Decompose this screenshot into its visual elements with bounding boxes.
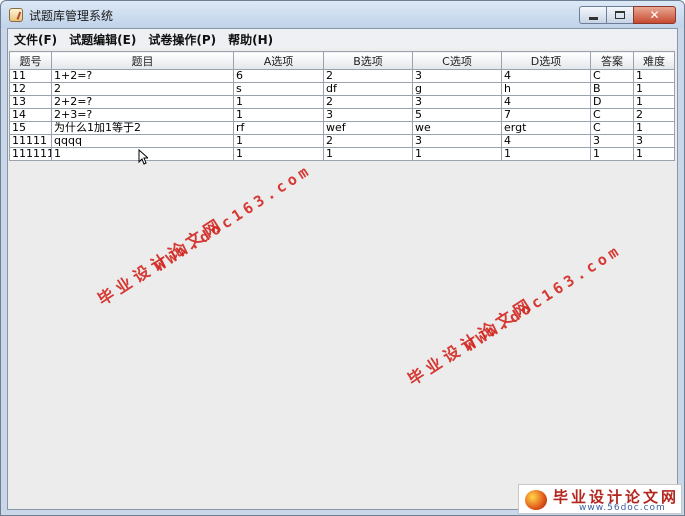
cell-id[interactable]: 11 [9,69,52,83]
cell-option-b[interactable]: 2 [323,95,413,109]
cell-option-a[interactable]: 1 [233,134,324,148]
cell-option-a[interactable]: 1 [233,108,324,122]
cell-option-d[interactable]: ergt [501,121,591,135]
header-id[interactable]: 题号 [9,51,52,70]
cell-difficulty[interactable]: 2 [633,108,675,122]
window-title: 试题库管理系统 [29,9,114,23]
table-header-row: 题号 题目 A选项 B选项 C选项 D选项 答案 难度 [9,51,675,70]
cell-answer[interactable]: C [590,108,634,122]
cell-option-c[interactable]: 5 [412,108,502,122]
menu-help[interactable]: 帮助(H) [222,29,279,49]
table-body: 11 1+2=? 6 2 3 4 C 1 12 2 s df g h B 1 13 2+2=? 1 2 3 4 D 1 14 2+… [9,69,675,161]
cell-option-a[interactable]: 1 [233,95,324,109]
cell-difficulty[interactable]: 1 [633,121,675,135]
cell-answer[interactable]: D [590,95,634,109]
header-option-a[interactable]: A选项 [233,51,324,70]
cell-answer[interactable]: C [590,69,634,83]
header-difficulty[interactable]: 难度 [633,51,675,70]
cell-option-d[interactable]: h [501,82,591,96]
cell-option-a[interactable]: 1 [233,147,324,161]
cell-question[interactable]: 为什么1加1等于2 [51,121,234,135]
cell-option-b[interactable]: 1 [323,147,413,161]
header-option-d[interactable]: D选项 [501,51,591,70]
maximize-icon [615,11,625,19]
cell-answer[interactable]: 1 [590,147,634,161]
cell-id[interactable]: 111111 [9,147,52,161]
cell-option-c[interactable]: we [412,121,502,135]
table-row[interactable]: 111111 1 1 1 1 1 1 1 [9,147,675,161]
cell-answer[interactable]: B [590,82,634,96]
table-row[interactable]: 13 2+2=? 1 2 3 4 D 1 [9,95,675,109]
close-icon: ✕ [649,8,660,22]
cell-option-c[interactable]: 1 [412,147,502,161]
cell-id[interactable]: 15 [9,121,52,135]
table-row[interactable]: 15 为什么1加1等于2 rf wef we ergt C 1 [9,121,675,135]
window-controls: ✕ [579,6,676,24]
cell-option-d[interactable]: 4 [501,134,591,148]
header-question[interactable]: 题目 [51,51,234,70]
cell-option-b[interactable]: wef [323,121,413,135]
cell-difficulty[interactable]: 1 [633,147,675,161]
cell-option-a[interactable]: 6 [233,69,324,83]
cell-option-c[interactable]: 3 [412,95,502,109]
header-option-c[interactable]: C选项 [412,51,502,70]
cell-answer[interactable]: 3 [590,134,634,148]
menu-edit-questions[interactable]: 试题编辑(E) [63,29,142,49]
cell-question[interactable]: 1+2=? [51,69,234,83]
mouse-pointer-icon [138,149,148,165]
header-option-b[interactable]: B选项 [323,51,413,70]
logo-site-url: www.56doc.com [579,503,666,513]
table-row[interactable]: 11 1+2=? 6 2 3 4 C 1 [9,69,675,83]
cell-answer[interactable]: C [590,121,634,135]
table-row[interactable]: 11111 qqqq 1 2 3 4 3 3 [9,134,675,148]
cell-option-c[interactable]: 3 [412,134,502,148]
minimize-button[interactable] [579,6,606,24]
title-bar[interactable]: 试题库管理系统 ✕ [1,1,684,28]
cell-option-c[interactable]: 3 [412,69,502,83]
question-table[interactable]: 题号 题目 A选项 B选项 C选项 D选项 答案 难度 11 1+2=? 6 2 3 4 C… [9,51,675,161]
cell-difficulty[interactable]: 1 [633,95,675,109]
cell-id[interactable]: 13 [9,95,52,109]
cell-option-b[interactable]: 2 [323,69,413,83]
cell-option-b[interactable]: 2 [323,134,413,148]
cell-option-b[interactable]: df [323,82,413,96]
cell-question[interactable]: 2+3=? [51,108,234,122]
cell-id[interactable]: 11111 [9,134,52,148]
logo-globe-icon [525,490,547,510]
close-button[interactable]: ✕ [633,6,676,24]
header-answer[interactable]: 答案 [590,51,634,70]
minimize-icon [588,16,598,20]
cell-option-d[interactable]: 4 [501,69,591,83]
table-row[interactable]: 12 2 s df g h B 1 [9,82,675,96]
cell-option-d[interactable]: 4 [501,95,591,109]
table-row[interactable]: 14 2+3=? 1 3 5 7 C 2 [9,108,675,122]
cell-option-d[interactable]: 7 [501,108,591,122]
cell-option-c[interactable]: g [412,82,502,96]
menu-paper-operations[interactable]: 试卷操作(P) [142,29,222,49]
cell-question[interactable]: qqqq [51,134,234,148]
cell-difficulty[interactable]: 1 [633,82,675,96]
cell-difficulty[interactable]: 1 [633,69,675,83]
cell-option-a[interactable]: rf [233,121,324,135]
cell-option-b[interactable]: 3 [323,108,413,122]
cell-question[interactable]: 2 [51,82,234,96]
cell-id[interactable]: 14 [9,108,52,122]
app-window: 试题库管理系统 ✕ 文件(F) 试题编辑(E) 试卷操作(P) 帮助(H) 题号… [0,0,685,516]
site-logo: 毕业设计论文网 www.56doc.com [518,484,682,514]
menu-bar: 文件(F) 试题编辑(E) 试卷操作(P) 帮助(H) [8,29,677,49]
cell-id[interactable]: 12 [9,82,52,96]
cell-option-a[interactable]: s [233,82,324,96]
cell-difficulty[interactable]: 3 [633,134,675,148]
maximize-button[interactable] [606,6,633,24]
menu-file[interactable]: 文件(F) [8,29,63,49]
cell-question[interactable]: 2+2=? [51,95,234,109]
java-app-icon [9,8,23,22]
cell-option-d[interactable]: 1 [501,147,591,161]
